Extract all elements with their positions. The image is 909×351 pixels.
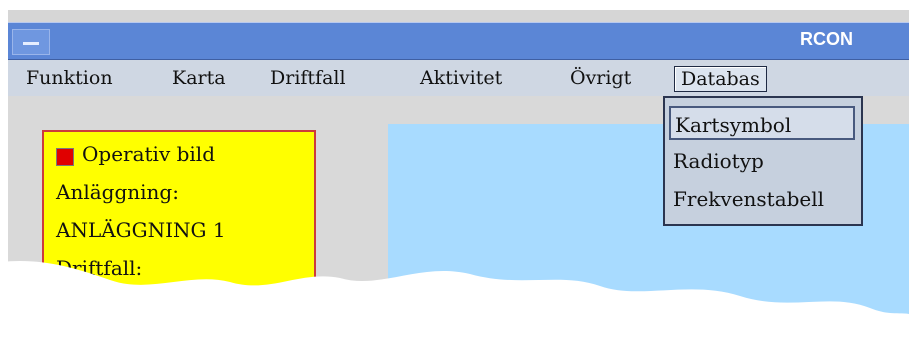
minus-icon <box>23 42 39 45</box>
menu-bar: Funktion Karta Driftfall Aktivitet Övrig… <box>8 60 909 96</box>
menu-funktion[interactable]: Funktion <box>20 66 119 90</box>
menu-aktivitet[interactable]: Aktivitet <box>414 66 508 90</box>
menu-option-frekvenstabell[interactable]: Frekvenstabell <box>669 182 859 216</box>
menu-databas[interactable]: Databas <box>674 66 767 92</box>
system-menu-button[interactable] <box>12 29 50 55</box>
checkbox-operativ-bild[interactable] <box>56 148 74 166</box>
menu-karta[interactable]: Karta <box>166 66 232 90</box>
menu-ovrigt[interactable]: Övrigt <box>564 66 637 90</box>
databas-dropdown: Kartsymbol Radiotyp Frekvenstabell <box>663 96 863 226</box>
info-panel: Operativ bild Anläggning: ANLÄGGNING 1 D… <box>42 130 316 351</box>
menu-option-kartsymbol[interactable]: Kartsymbol <box>669 106 855 140</box>
window-title: RCON <box>800 29 853 49</box>
menu-driftfall[interactable]: Driftfall <box>264 66 352 90</box>
checkbox-label: Operativ bild <box>82 142 216 166</box>
title-bar[interactable]: RCON <box>8 22 909 60</box>
driftfall-label: Driftfall: <box>56 256 143 280</box>
anlaggning-value: ANLÄGGNING 1 <box>56 218 226 242</box>
anlaggning-label: Anläggning: <box>56 180 179 204</box>
menu-option-radiotyp[interactable]: Radiotyp <box>669 144 859 178</box>
